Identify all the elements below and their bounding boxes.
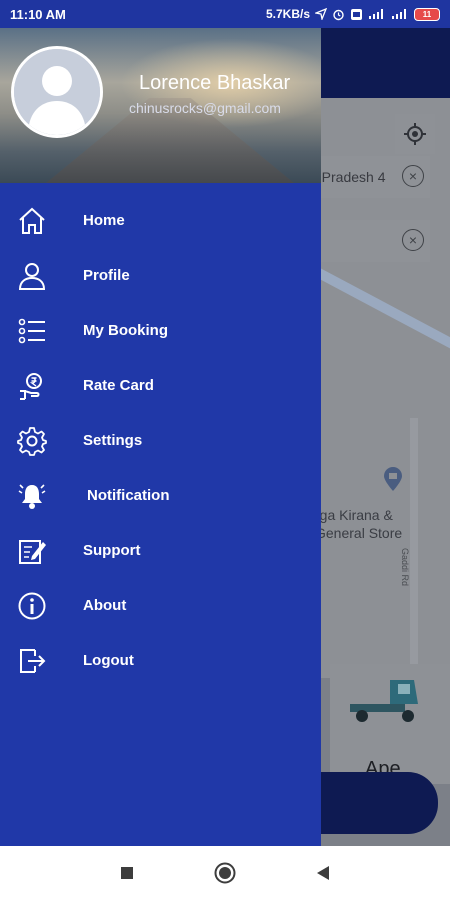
- status-icons: 5.7KB/s 11: [266, 7, 440, 21]
- home-circle-icon[interactable]: [211, 859, 239, 887]
- menu-item-about[interactable]: About: [0, 578, 321, 633]
- battery-icon: 11: [414, 7, 440, 21]
- menu-label: My Booking: [83, 322, 168, 339]
- alarm-icon: [332, 8, 345, 21]
- signal-icon: [368, 8, 386, 20]
- status-bar: 11:10 AM 5.7KB/s 11: [0, 0, 450, 28]
- menu-item-logout[interactable]: Logout: [0, 633, 321, 688]
- home-icon: [16, 205, 48, 237]
- app-notification-icon: [350, 8, 363, 21]
- menu-label: Rate Card: [83, 377, 154, 394]
- system-nav-bar: [0, 846, 450, 900]
- logout-icon: [16, 645, 48, 677]
- map-road: [410, 418, 418, 698]
- menu-label: Notification: [87, 487, 170, 504]
- network-speed: 5.7KB/s: [265, 7, 310, 21]
- truck-icon: [350, 680, 418, 722]
- map-pin-icon: [382, 466, 404, 497]
- clear-icon[interactable]: ×: [402, 229, 424, 251]
- signal-icon: [391, 8, 409, 20]
- menu-item-rate-card[interactable]: Rate Card: [0, 358, 321, 413]
- user-email: chinusrocks@gmail.com: [129, 100, 281, 116]
- pickup-location-text: a Pradesh 4: [310, 169, 386, 185]
- menu-item-notification[interactable]: Notification: [0, 468, 321, 523]
- list-icon: [16, 315, 48, 347]
- status-time: 11:10 AM: [10, 6, 66, 22]
- street-label: Gaddi Rd: [400, 548, 410, 587]
- gear-icon: [16, 425, 48, 457]
- drawer-header: Lorence Bhaskar chinusrocks@gmail.com: [0, 28, 321, 183]
- menu-label: About: [83, 597, 127, 614]
- info-icon: [16, 590, 48, 622]
- profile-icon: [16, 260, 48, 292]
- menu-label: Logout: [83, 652, 134, 669]
- menu-label: Profile: [83, 267, 130, 284]
- map-place-label: rga Kirana & General Store: [315, 507, 403, 541]
- support-icon: [16, 535, 48, 567]
- menu-item-support[interactable]: Support: [0, 523, 321, 578]
- crosshair-icon: [404, 123, 426, 145]
- rate-card-icon: [16, 370, 48, 402]
- navigation-drawer: Lorence Bhaskar chinusrocks@gmail.com Ho…: [0, 28, 321, 846]
- menu-label: Home: [83, 212, 125, 229]
- bell-icon: [16, 480, 48, 512]
- menu-item-profile[interactable]: Profile: [0, 248, 321, 303]
- drawer-menu: Home Profile My Booking Rate Card Settin…: [0, 193, 321, 688]
- recents-square-icon[interactable]: [113, 859, 141, 887]
- menu-label: Support: [83, 542, 141, 559]
- menu-item-settings[interactable]: Settings: [0, 413, 321, 468]
- menu-item-home[interactable]: Home: [0, 193, 321, 248]
- menu-item-my-booking[interactable]: My Booking: [0, 303, 321, 358]
- navigation-icon: [315, 8, 327, 20]
- back-triangle-icon[interactable]: [309, 859, 337, 887]
- person-avatar-icon[interactable]: [11, 46, 103, 138]
- clear-icon[interactable]: ×: [402, 165, 424, 187]
- user-name: Lorence Bhaskar: [139, 72, 291, 94]
- locate-me-button[interactable]: [395, 114, 435, 154]
- menu-label: Settings: [83, 432, 143, 449]
